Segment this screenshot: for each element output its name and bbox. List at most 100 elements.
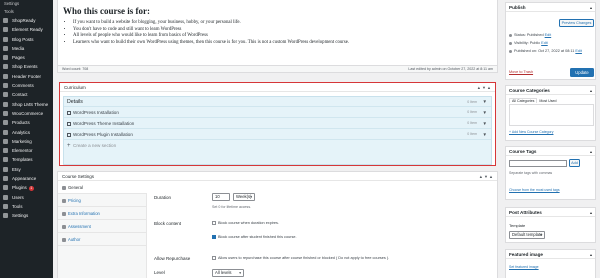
- block-expire-checkbox[interactable]: Block course when duration expires.: [212, 221, 279, 226]
- tab-label: Pricing: [68, 198, 81, 203]
- category-list[interactable]: [509, 104, 594, 126]
- sidebar-item-settings[interactable]: Settings: [0, 211, 53, 220]
- featured-image-header[interactable]: Featured image ▴: [506, 250, 595, 259]
- add-tag-button[interactable]: Add: [569, 159, 580, 167]
- sidebar-item-shopready[interactable]: ShopReady: [0, 16, 53, 25]
- course-categories-box: Course Categories ▴ All Categories Most Us…: [505, 85, 596, 141]
- sidebar-item-contact[interactable]: Contact: [0, 90, 53, 99]
- published-edit-link[interactable]: Edit: [575, 49, 582, 53]
- level-select[interactable]: All levels ▾: [212, 269, 244, 277]
- chevron-up-icon[interactable]: ▴: [590, 250, 592, 259]
- sidebar-item-tools[interactable]: Tools: [0, 202, 53, 211]
- sidebar-item-blog-posts[interactable]: Blog Posts: [0, 35, 53, 44]
- post-attributes-header[interactable]: Post Attributes ▴: [506, 208, 595, 217]
- pin-icon: [509, 33, 512, 37]
- tab-all-categories[interactable]: All Categories: [509, 98, 538, 103]
- duration-input[interactable]: 10: [212, 193, 230, 201]
- chevron-down-icon[interactable]: ▼: [483, 129, 487, 140]
- curriculum-header[interactable]: Curriculum ▲ ▼ ▲: [60, 83, 495, 92]
- chevron-down-icon: ▾: [250, 195, 252, 199]
- sidebar-item-appearance[interactable]: Appearance: [0, 174, 53, 183]
- lesson-item-count: 0 Item: [467, 121, 477, 125]
- lesson-title: WordPress Plugin Installation: [73, 132, 133, 137]
- sidebar-item-shop-lms-theme[interactable]: Shop LMS Theme: [0, 100, 53, 109]
- sidebar-item-woocommerce[interactable]: WooCommerce: [0, 109, 53, 118]
- course-categories-header[interactable]: Course Categories ▴: [506, 86, 595, 95]
- tag-input[interactable]: [509, 160, 567, 167]
- tab-author[interactable]: Author: [58, 233, 146, 246]
- sidebar-item-plugins[interactable]: Plugins 1: [0, 183, 53, 192]
- sidebar-item-label: ShopReady: [12, 18, 36, 23]
- publish-header[interactable]: Publish ▴: [506, 3, 595, 12]
- template-select[interactable]: Default template ▾: [509, 231, 545, 239]
- tab-extra-information[interactable]: Extra Information: [58, 207, 146, 220]
- allow-repurchase-checkbox[interactable]: Allow users to repurchase this course af…: [212, 256, 389, 261]
- chevron-down-icon[interactable]: ▼: [483, 118, 487, 129]
- checkbox-box[interactable]: [212, 221, 216, 225]
- lesson-item[interactable]: WordPress Installation 0 Item ▼: [64, 107, 491, 118]
- sidebar-item-elementor[interactable]: Elementor: [0, 146, 53, 155]
- checkbox-checked[interactable]: [212, 235, 216, 239]
- chevron-down-icon[interactable]: ▼: [483, 97, 487, 107]
- set-featured-image-link[interactable]: Set featured image: [509, 265, 539, 269]
- sidebar-item-users[interactable]: Users: [0, 193, 53, 202]
- chevron-up-icon[interactable]: ▴: [590, 147, 592, 156]
- menu-top-settings[interactable]: Settings: [0, 0, 53, 8]
- sidebar-item-element-ready[interactable]: Element Ready: [0, 25, 53, 34]
- move-to-trash-link[interactable]: Move to Trash: [509, 70, 533, 74]
- tab-pricing[interactable]: Pricing: [58, 194, 146, 207]
- tab-label: General: [68, 185, 83, 190]
- panel-controls[interactable]: ▲ ▼ ▲: [479, 172, 493, 181]
- tags-hint: Separate tags with commas: [509, 171, 553, 175]
- content-editor[interactable]: Who this course is for: If you want to b…: [57, 0, 498, 72]
- create-section-input[interactable]: + Create a new section: [64, 140, 491, 152]
- sidebar-item-marketing[interactable]: Marketing: [0, 137, 53, 146]
- add-new-category-link[interactable]: + Add New Course Category: [509, 130, 553, 134]
- chevron-down-icon[interactable]: ▼: [483, 107, 487, 118]
- chevron-up-icon[interactable]: ▴: [590, 86, 592, 95]
- sidebar-item-templates[interactable]: Templates: [0, 155, 53, 164]
- sidebar-item-analytics[interactable]: Analytics: [0, 128, 53, 137]
- lesson-item[interactable]: WordPress Plugin Installation 0 Item ▼: [64, 129, 491, 140]
- box-icon: [3, 120, 8, 126]
- choose-tags-link[interactable]: Choose from the most used tags: [509, 188, 560, 192]
- sidebar-item-header-footer[interactable]: Header Footer: [0, 72, 53, 81]
- tab-general[interactable]: General: [58, 181, 147, 194]
- menu-top-tools[interactable]: Tools: [0, 8, 53, 16]
- preview-changes-button[interactable]: Preview Changes: [559, 19, 594, 27]
- curriculum-panel: Curriculum ▲ ▼ ▲ Details 0 Item ▼ WordPr…: [59, 82, 496, 166]
- block-finished-checkbox[interactable]: Block course after student finished this…: [212, 235, 297, 240]
- tab-assessment[interactable]: Assessment: [58, 220, 146, 233]
- element-icon: [3, 27, 8, 33]
- section-header[interactable]: Details 0 Item ▼: [64, 97, 491, 107]
- sidebar-item-label: Element Ready: [12, 27, 43, 33]
- sidebar-item-label: Blog Posts: [12, 36, 34, 42]
- status-edit-link[interactable]: Edit: [545, 33, 552, 37]
- sidebar-item-pages[interactable]: Pages: [0, 53, 53, 62]
- chevron-up-icon[interactable]: ▴: [590, 3, 592, 12]
- brush-icon: [3, 176, 8, 182]
- section-title[interactable]: Details: [67, 99, 83, 105]
- sidebar-item-etsy[interactable]: Etsy: [0, 165, 53, 174]
- panel-controls[interactable]: ▲ ▼ ▲: [477, 83, 491, 92]
- lesson-item[interactable]: WordPress Theme Installation 0 Item ▼: [64, 118, 491, 129]
- sidebar-item-shop-events[interactable]: Shop Events: [0, 62, 53, 71]
- checkbox-box[interactable]: [212, 256, 216, 260]
- lesson-title: WordPress Theme Installation: [73, 121, 135, 126]
- course-tags-header[interactable]: Course Tags ▴: [506, 147, 595, 156]
- tab-most-used[interactable]: Most Used: [537, 99, 558, 103]
- visibility-edit-link[interactable]: Edit: [541, 41, 548, 45]
- sidebar-item-media[interactable]: Media: [0, 44, 53, 53]
- sidebar-item-comments[interactable]: Comments: [0, 81, 53, 90]
- editor-sidebar: Publish ▴ Preview Changes Status: Publish…: [505, 0, 600, 278]
- sidebar-item-products[interactable]: Products: [0, 118, 53, 127]
- lesson-icon: [67, 110, 71, 115]
- update-button[interactable]: Update: [570, 68, 594, 77]
- chevron-up-icon[interactable]: ▴: [590, 208, 592, 217]
- duration-unit-select[interactable]: Week(s) ▾: [233, 193, 255, 201]
- sidebar-item-label: Plugins: [12, 185, 27, 191]
- etsy-icon: [3, 166, 8, 172]
- eye-icon: [509, 41, 512, 45]
- content-bullet: Learners who want to build their own Wor…: [73, 40, 492, 47]
- course-settings-header[interactable]: Course Settings ▲ ▼ ▲: [58, 172, 497, 181]
